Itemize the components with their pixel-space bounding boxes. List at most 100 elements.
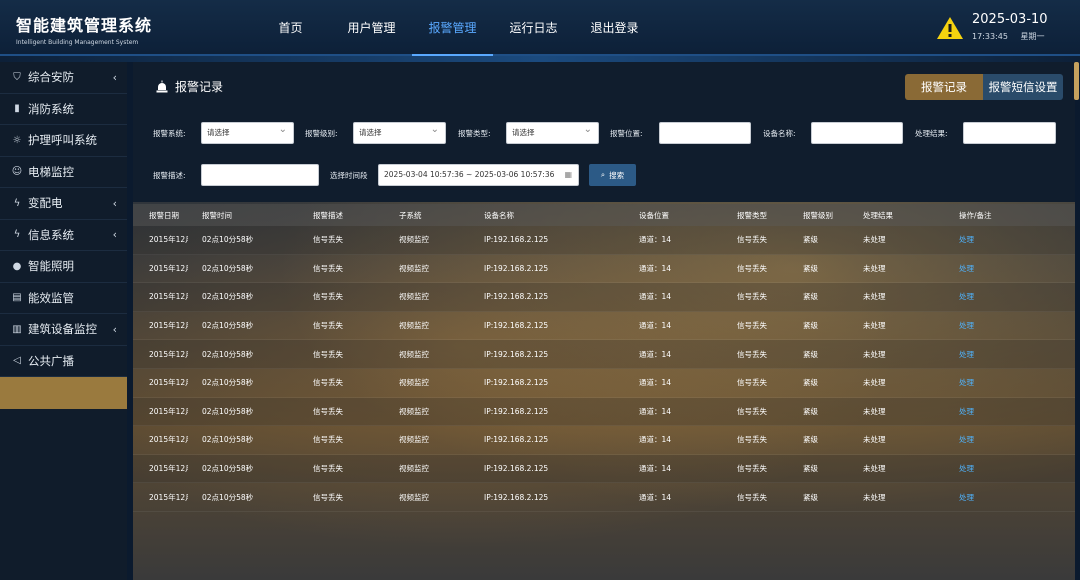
cell-action[interactable]: 处理: [959, 434, 1059, 445]
cell-subsystem: 视频监控: [399, 435, 429, 445]
alarm-location-label: 报警位置:: [610, 129, 643, 138]
cell-device-name: IP:192.168.2.125: [484, 263, 549, 273]
col-time: 报警时间: [202, 210, 232, 220]
sidebar-item-nurse-call[interactable]: ☼ 护理呼叫系统: [0, 125, 127, 157]
table-body: 2015年12月23日02点10分58秒信号丢失视频监控IP:192.168.2…: [133, 226, 1075, 512]
cell-subsystem: 视频监控: [399, 378, 429, 388]
cell-device-location: 通道：14: [639, 464, 672, 474]
calendar-icon: ▤: [12, 292, 22, 304]
cell-alarm-type: 信号丢失: [737, 378, 767, 388]
cell-device-location: 通道：14: [639, 435, 672, 445]
chevron-left-icon: ‹: [112, 228, 117, 242]
building-icon: ▥: [12, 323, 22, 335]
cell-action[interactable]: 处理: [959, 406, 1059, 417]
cell-action[interactable]: 处理: [959, 263, 1059, 274]
alarm-desc-label: 报警描述:: [153, 171, 186, 180]
cell-desc: 信号丢失: [313, 406, 343, 416]
time-range-input[interactable]: 2025-03-04 10:57:36 ~ 2025-03-06 10:57:3…: [378, 164, 579, 186]
alarm-location-input[interactable]: [659, 122, 751, 144]
cell-desc: 信号丢失: [313, 349, 343, 359]
nav-logout[interactable]: 退出登录: [574, 0, 655, 56]
cell-desc: 信号丢失: [313, 378, 343, 388]
tab-alarm-records[interactable]: 报警记录: [905, 74, 983, 100]
main-nav: 首页 用户管理 报警管理 运行日志 退出登录: [250, 0, 655, 56]
alarm-desc-input[interactable]: [201, 164, 319, 186]
table-row: 2015年12月23日 02点10分58秒 信号丢失 视频监控 IP:192.168.2…: [133, 397, 1075, 427]
sidebar-item-label: 建筑设备监控: [28, 322, 97, 337]
alarm-system-select[interactable]: 请选择: [201, 120, 294, 144]
fire-extinguisher-icon: ▮: [14, 103, 20, 115]
col-alarm-type: 报警类型: [737, 210, 767, 220]
cell-time: 02点10分58秒: [202, 263, 254, 273]
warning-icon[interactable]: [936, 16, 964, 40]
cell-device-name: IP:192.168.2.125: [484, 492, 549, 502]
tab-alarm-sms-settings[interactable]: 报警短信设置: [983, 74, 1063, 100]
sidebar-item-broadcast[interactable]: ◁ 公共广播: [0, 346, 127, 377]
cell-time: 02点10分58秒: [202, 435, 254, 445]
cell-time: 02点10分58秒: [202, 235, 254, 245]
cell-result: 未处理: [863, 406, 886, 416]
sidebar-item-label: 综合安防: [28, 70, 74, 85]
sidebar-item-security[interactable]: ⛉ 综合安防 ‹: [0, 62, 127, 94]
cell-alarm-type: 信号丢失: [737, 464, 767, 474]
search-button[interactable]: ⌕ 搜索: [589, 164, 636, 186]
result-label: 处理结果:: [915, 129, 948, 138]
cell-desc: 信号丢失: [313, 492, 343, 502]
cell-device-name: IP:192.168.2.125: [484, 292, 549, 302]
cell-time: 02点10分58秒: [202, 321, 254, 331]
cell-subsystem: 视频监控: [399, 349, 429, 359]
device-name-input[interactable]: [811, 122, 903, 144]
cell-time: 02点10分58秒: [202, 378, 254, 388]
cell-time: 02点10分58秒: [202, 464, 254, 474]
sidebar-item-building-equipment[interactable]: ▥ 建筑设备监控 ‹: [0, 314, 127, 346]
panel-title-text: 报警记录: [175, 80, 224, 94]
cell-date: 2015年12月23日: [149, 378, 188, 388]
chevron-left-icon: ‹: [112, 70, 117, 84]
cell-desc: 信号丢失: [313, 292, 343, 302]
sidebar-item-info[interactable]: ϟ 信息系统 ‹: [0, 220, 127, 251]
table-row: 2015年12月23日 02点10分58秒 信号丢失 视频监控 IP:192.168.2…: [133, 283, 1075, 312]
cell-action[interactable]: 处理: [959, 291, 1059, 302]
cell-alarm-type: 信号丢失: [737, 263, 767, 273]
cell-time: 02点10分58秒: [202, 292, 254, 302]
table-row: 2015年12月23日 02点10分58秒 信号丢失 视频监控 IP:192.168.2…: [133, 312, 1075, 341]
nav-user-management[interactable]: 用户管理: [331, 0, 412, 56]
page-scrollbar[interactable]: [1074, 62, 1079, 100]
alarm-type-select[interactable]: 请选择: [506, 120, 599, 144]
sidebar-item-fire[interactable]: ▮ 消防系统: [0, 94, 127, 125]
col-alarm-level: 报警级别: [803, 210, 833, 220]
cell-alarm-type: 信号丢失: [737, 321, 767, 331]
cell-alarm-level: 紧级: [803, 349, 818, 359]
nav-home[interactable]: 首页: [250, 0, 331, 56]
sidebar-item-label: 智能照明: [28, 259, 74, 274]
cell-alarm-type: 信号丢失: [737, 435, 767, 445]
nav-run-log[interactable]: 运行日志: [493, 0, 574, 56]
cell-device-location: 通道：14: [639, 406, 672, 416]
sidebar-item-label: 能效监管: [28, 290, 74, 305]
alarm-type-label: 报警类型:: [458, 129, 491, 138]
time-range-label: 选择时间段: [330, 171, 368, 180]
sidebar: ⛉ 综合安防 ‹ ▮ 消防系统 ☼ 护理呼叫系统 ☺ 电梯监控 ϟ 变配电 ‹ …: [0, 62, 127, 580]
alarm-level-select[interactable]: 请选择: [353, 120, 446, 144]
cell-alarm-level: 紧级: [803, 235, 818, 245]
sidebar-item-energy[interactable]: ▤ 能效监管: [0, 283, 127, 314]
table-header: 报警日期 报警时间 报警描述 子系统 设备名称 设备位置 报警类型 报警级别 处…: [133, 204, 1075, 226]
brand: 智能建筑管理系统 Intelligent Building Management…: [16, 12, 152, 46]
sidebar-item-lighting[interactable]: ● 智能照明: [0, 251, 127, 283]
nav-alarm-management[interactable]: 报警管理: [412, 0, 493, 56]
cell-result: 未处理: [863, 321, 886, 331]
cell-device-location: 通道：14: [639, 235, 672, 245]
cell-action[interactable]: 处理: [959, 234, 1059, 245]
cell-result: 未处理: [863, 235, 886, 245]
sidebar-item-power[interactable]: ϟ 变配电 ‹: [0, 188, 127, 220]
cell-action[interactable]: 处理: [959, 463, 1059, 474]
filter-panel: 报警记录 报警记录 报警短信设置 报警系统: 请选择 报警级别: 请选择 报警类…: [133, 62, 1075, 202]
table-row: 2015年12月23日 02点10分58秒 信号丢失 视频监控 IP:192.168.2…: [133, 255, 1075, 284]
cell-action[interactable]: 处理: [959, 320, 1059, 331]
sidebar-item-elevator[interactable]: ☺ 电梯监控: [0, 157, 127, 188]
cell-action[interactable]: 处理: [959, 349, 1059, 360]
cell-alarm-level: 紧级: [803, 464, 818, 474]
cell-action[interactable]: 处理: [959, 492, 1059, 503]
result-input[interactable]: [963, 122, 1056, 144]
cell-action[interactable]: 处理: [959, 377, 1059, 388]
